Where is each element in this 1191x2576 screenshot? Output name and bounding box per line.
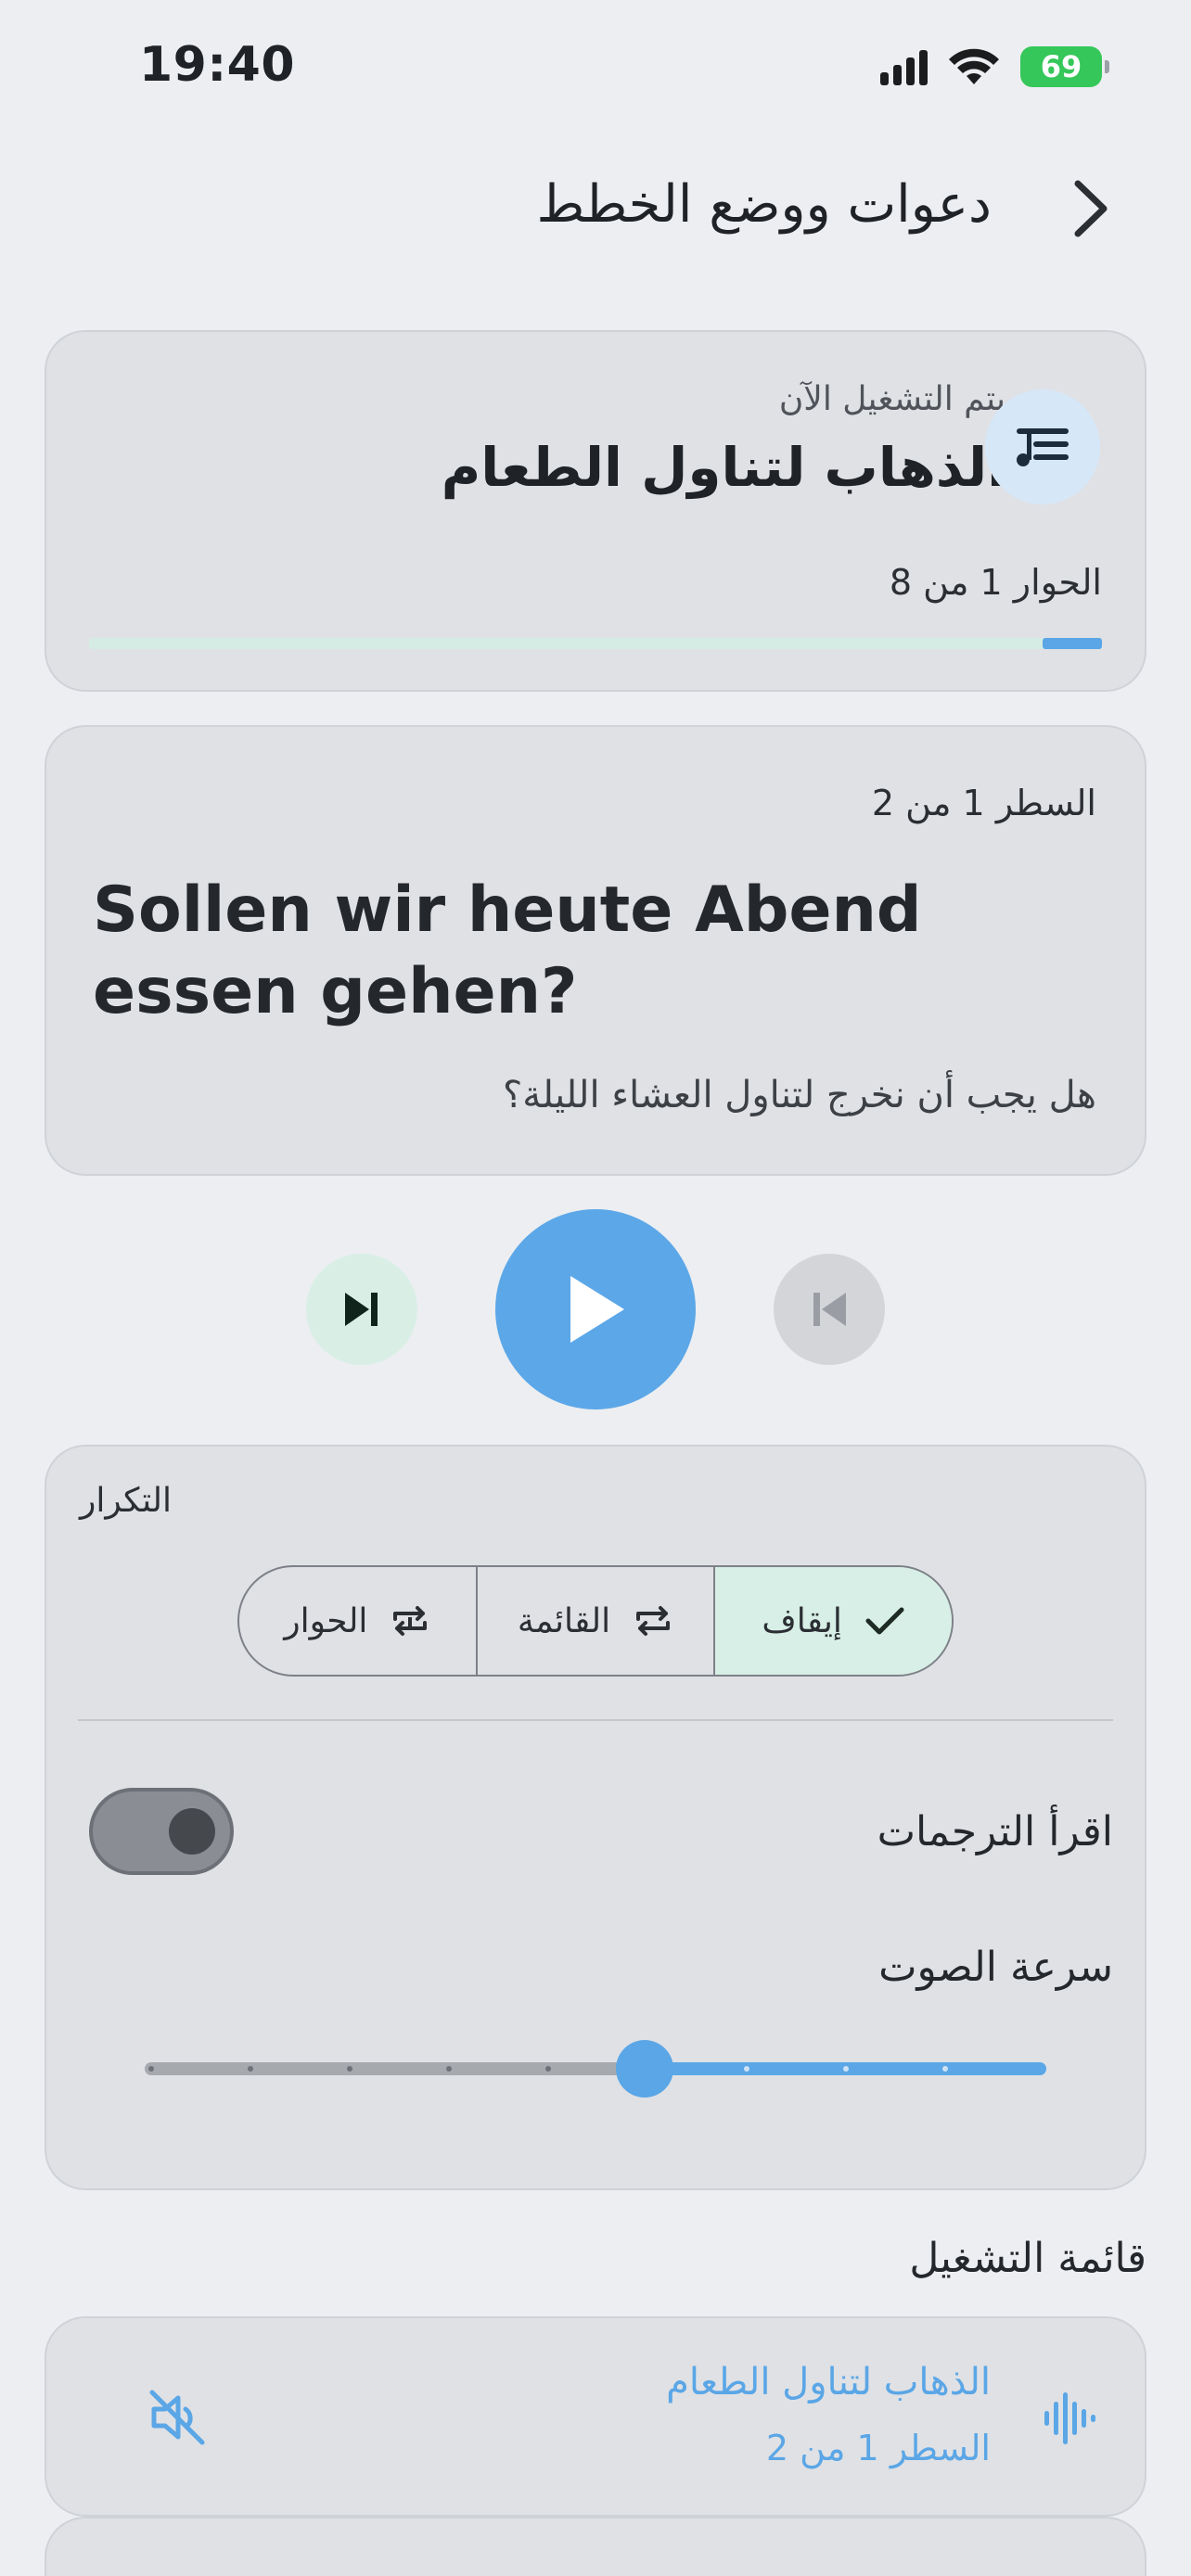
repeat-segmented-control: الحوار القائمة إيقاف [237,1565,954,1677]
play-button[interactable] [495,1209,696,1409]
playlist-item-subtitle: السطر 1 من 2 [765,2428,991,2468]
playlist-header: قائمة التشغيل [909,2235,1146,2282]
play-icon [570,1276,624,1343]
battery-level: 69 [1040,49,1082,84]
speed-slider-track [145,2062,646,2075]
next-button[interactable] [306,1254,417,1365]
wifi-icon [949,48,999,84]
checkmark-icon [865,1607,904,1635]
now-playing-title: الذهاب لتناول الطعام [441,436,1005,499]
repeat-list-option[interactable]: القائمة [475,1567,714,1675]
repeat-off-option[interactable]: إيقاف [713,1567,952,1675]
speed-tick [843,2066,849,2072]
speed-tick [347,2066,352,2072]
speed-label: سرعة الصوت [878,1944,1113,1991]
line-counter: السطر 1 من 2 [871,783,1096,823]
dialogue-progress-bar [89,638,1102,649]
skip-previous-icon [813,1293,846,1326]
playlist-icon [1017,428,1069,466]
repeat-icon [636,1606,671,1636]
settings-divider [78,1719,1113,1721]
chevron-right-icon[interactable] [1063,176,1119,241]
skip-next-icon [345,1293,378,1326]
cellular-signal-icon [880,48,928,85]
line-text: Sollen wir heute Abend essen gehen? [93,874,922,1028]
playlist-item[interactable] [45,2517,1146,2576]
playlist-button[interactable] [985,389,1100,504]
audio-wave-icon [1044,2392,1095,2444]
speed-tick [148,2066,154,2072]
line-translation: هل يجب أن نخرج لتناول العشاء الليلة؟ [503,1074,1096,1116]
now-playing-label: يتم التشغيل الآن [778,380,1005,418]
read-subtitles-toggle[interactable] [89,1788,234,1875]
repeat-label: التكرار [80,1482,172,1520]
speed-tick [446,2066,452,2072]
dialogue-progress-text: الحوار 1 من 8 [889,562,1102,603]
repeat-dialogue-option[interactable]: الحوار [239,1567,476,1675]
repeat-list-label: القائمة [517,1601,611,1640]
status-time: 19:40 [139,37,296,93]
speed-tick [744,2066,749,2072]
playlist-item-title: الذهاب لتناول الطعام [666,2361,991,2404]
speed-slider-thumb[interactable] [616,2040,673,2098]
repeat-dialogue-label: الحوار [284,1601,368,1640]
battery-icon: 69 [1020,46,1109,87]
status-icons: 69 [880,46,1109,87]
dialogue-progress-fill [1043,638,1102,649]
repeat-one-icon [393,1606,428,1636]
speed-tick [942,2066,948,2072]
page-title: دعوات ووضع الخطط [536,174,992,235]
speed-tick [545,2066,551,2072]
speed-slider[interactable] [145,2040,1046,2098]
repeat-off-label: إيقاف [762,1601,842,1640]
read-subtitles-label: اقرأ الترجمات [877,1808,1113,1855]
toggle-knob [169,1808,215,1855]
speed-tick [248,2066,253,2072]
volume-off-icon[interactable] [147,2387,208,2448]
previous-button[interactable] [774,1254,885,1365]
playlist-item[interactable] [45,2316,1146,2517]
